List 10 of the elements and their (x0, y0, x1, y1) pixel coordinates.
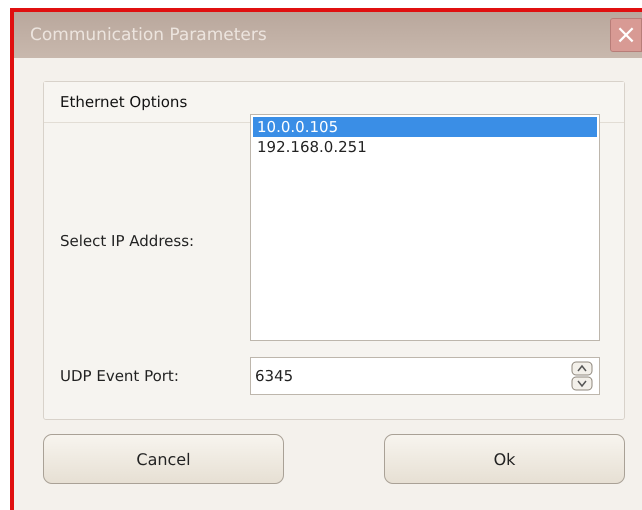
ip-list[interactable]: 10.0.0.105 192.168.0.251 (250, 114, 600, 341)
ip-list-item[interactable]: 192.168.0.251 (253, 137, 597, 157)
port-spin-field[interactable]: 6345 (250, 357, 600, 395)
dialog-button[interactable]: Cancel (43, 434, 284, 484)
group-title: Ethernet Options (60, 93, 188, 111)
dialog-button[interactable]: Ok (384, 434, 625, 484)
ip-label: Select IP Address: (60, 232, 196, 250)
window-title: Communication Parameters (30, 25, 267, 45)
spin-arrows-icon[interactable] (571, 361, 593, 391)
port-label: UDP Event Port: (60, 367, 180, 385)
